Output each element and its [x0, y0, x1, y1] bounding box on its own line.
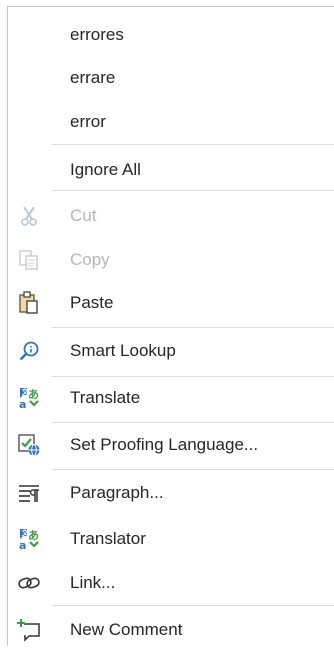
ignore-all-item[interactable]: Ignore All: [8, 153, 334, 187]
separator: [52, 605, 334, 606]
translate-item[interactable]: 文 a あ Translate: [8, 380, 334, 416]
smart-lookup-item[interactable]: Smart Lookup: [8, 333, 334, 369]
link-item[interactable]: Link...: [8, 565, 334, 601]
separator: [52, 327, 334, 328]
separator: [52, 422, 334, 423]
paragraph-icon: [17, 481, 41, 505]
paste-item[interactable]: Paste: [8, 286, 334, 320]
svg-text:a: a: [19, 398, 26, 410]
svg-text:a: a: [19, 539, 26, 551]
translator-item[interactable]: 文 a あ Translator: [8, 521, 334, 557]
suggestion-label: errores: [70, 25, 124, 44]
suggestion-item-error[interactable]: error: [8, 106, 334, 138]
translate-icon: 文 a あ: [17, 386, 41, 410]
search-icon: [17, 339, 41, 363]
link-label: Link...: [70, 573, 116, 592]
translator-label: Translator: [70, 529, 146, 548]
separator: [52, 144, 334, 145]
copy-item: Copy: [8, 243, 334, 277]
separator: [52, 190, 334, 191]
separator: [52, 469, 334, 470]
new-comment-label: New Comment: [70, 620, 183, 639]
separator: [52, 376, 334, 377]
ignore-all-label: Ignore All: [70, 160, 141, 179]
new-comment-icon: [17, 618, 41, 642]
copy-label: Copy: [70, 250, 110, 269]
translator-icon: 文 a あ: [17, 527, 41, 551]
translate-label: Translate: [70, 388, 141, 407]
svg-text:あ: あ: [28, 388, 39, 401]
paragraph-label: Paragraph...: [70, 483, 164, 502]
proofing-language-icon: [17, 433, 41, 457]
link-icon: [17, 571, 41, 595]
clipboard-icon: [17, 291, 41, 315]
suggestion-item-errores[interactable]: errores: [8, 19, 334, 51]
suggestion-label: errare: [70, 68, 116, 87]
cut-item: Cut: [8, 199, 334, 233]
suggestion-label: error: [70, 112, 106, 131]
scissors-icon: [17, 204, 41, 228]
paste-label: Paste: [70, 293, 114, 312]
set-proofing-language-label: Set Proofing Language...: [70, 435, 259, 454]
copy-icon: [17, 248, 41, 272]
smart-lookup-label: Smart Lookup: [70, 341, 176, 360]
set-proofing-language-item[interactable]: Set Proofing Language...: [8, 427, 334, 463]
svg-text:あ: あ: [28, 529, 39, 542]
context-menu: errores errare error Ignore All Cut Copy…: [7, 6, 334, 646]
cut-label: Cut: [70, 206, 97, 225]
paragraph-item[interactable]: Paragraph...: [8, 475, 334, 511]
suggestion-item-errare[interactable]: errare: [8, 62, 334, 94]
